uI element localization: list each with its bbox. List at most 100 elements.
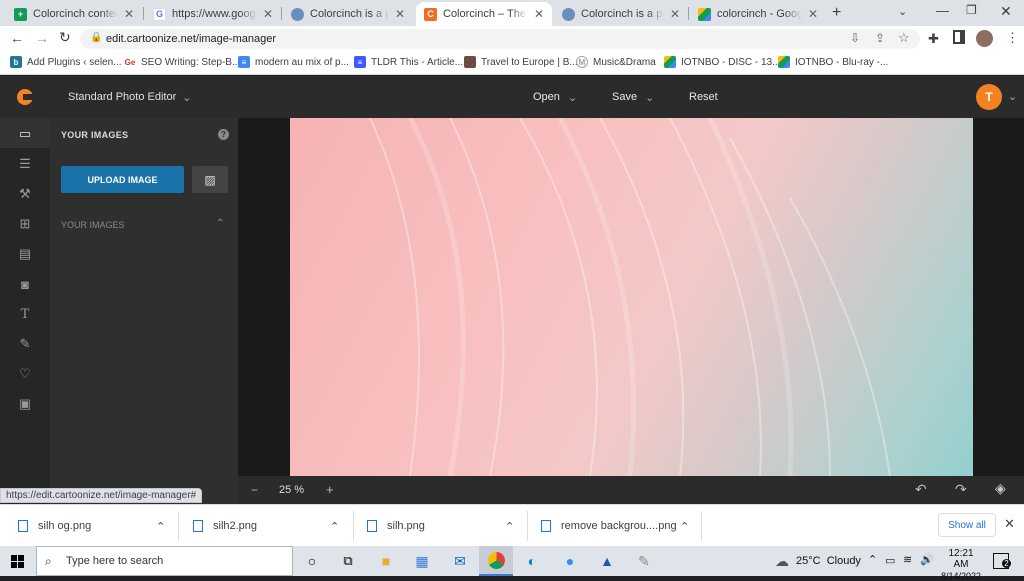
notification-icon[interactable]: 2 [993, 553, 1011, 569]
layers-icon[interactable]: ◈ [995, 480, 1006, 497]
volume-icon[interactable]: 🔊 [920, 553, 934, 566]
magic-wand-icon[interactable]: ⚒ [17, 186, 33, 202]
bookmark-6[interactable]: M Music&Drama [576, 56, 656, 68]
chevron-up-icon[interactable]: ⌃ [216, 218, 224, 229]
chevron-down-icon: ⌄ [645, 92, 655, 104]
colorcinch-logo[interactable] [17, 89, 33, 105]
border-icon[interactable]: ▣ [17, 396, 33, 412]
tab-4-active[interactable]: C Colorcinch – The #1 P ✕ [416, 2, 552, 26]
undo-icon[interactable]: ↶ [915, 481, 927, 498]
chevron-up-icon[interactable]: ⌃ [868, 553, 877, 566]
menu-icon[interactable]: ⋮ [1006, 30, 1019, 46]
zoom-bar: − 25 % + ↶ ↷ ◈ [238, 476, 1024, 504]
tab-5[interactable]: Colorcinch is a powerf ✕ [554, 2, 688, 26]
install-icon[interactable]: ⇩ [850, 31, 860, 45]
show-all-button[interactable]: Show all [938, 513, 996, 537]
bookmark-2[interactable]: Ge SEO Writing: Step-B... [124, 56, 241, 68]
back-button[interactable]: ← [10, 30, 24, 46]
bookmark-5[interactable]: Travel to Europe | B... [464, 56, 578, 68]
bookmark-4[interactable]: ≡ TLDR This - Article... [354, 56, 463, 68]
tab-2[interactable]: G https://www.google.c ✕ [145, 2, 281, 26]
close-icon[interactable]: ✕ [395, 7, 405, 21]
windows-start-icon[interactable] [11, 555, 24, 568]
chrome-taskbar-button[interactable] [479, 546, 513, 576]
chevron-up-icon[interactable]: ⌃ [680, 513, 689, 539]
bookmark-3[interactable]: ≡ modern au mix of p... [238, 56, 349, 68]
forward-button[interactable]: → [35, 30, 49, 46]
layout-icon[interactable]: ▤ [17, 246, 33, 262]
share-icon[interactable]: ⇪ [875, 31, 885, 45]
close-icon[interactable]: ✕ [263, 7, 273, 21]
close-icon[interactable]: ✕ [808, 7, 818, 21]
chevron-up-icon[interactable]: ⌃ [330, 513, 339, 539]
tab-3[interactable]: Colorcinch is a powerf ✕ [283, 2, 413, 26]
adjust-icon[interactable]: ☰ [17, 156, 33, 172]
close-icon[interactable]: ✕ [124, 7, 134, 21]
new-tab-button[interactable]: + [832, 4, 841, 22]
download-item[interactable]: remove backgrou....png [541, 513, 677, 539]
download-item[interactable]: silh2.png [193, 513, 257, 539]
reload-button[interactable]: ↻ [59, 29, 71, 46]
bookmark-7[interactable]: IOTNBO - DISC - 13... [664, 56, 780, 68]
photos-icon[interactable]: ▲ [597, 551, 617, 571]
window-close-button[interactable]: ✕ [1000, 3, 1012, 20]
minimize-button[interactable]: — [936, 3, 949, 18]
zoom-app-icon[interactable]: ● [560, 551, 580, 571]
editor-mode-dropdown[interactable]: Standard Photo Editor ⌄ [68, 91, 191, 104]
tab-title: Colorcinch – The #1 P [443, 8, 528, 20]
close-downloads-icon[interactable]: ✕ [1004, 516, 1015, 532]
extensions-icon[interactable]: ✚ [928, 31, 939, 47]
redo-icon[interactable]: ↷ [955, 481, 967, 498]
tab-1[interactable]: + Colorcinch content pla ✕ [6, 2, 142, 26]
zoom-in-button[interactable]: + [326, 482, 334, 497]
bookmark-8[interactable]: IOTNBO - Blu-ray -... [778, 56, 888, 68]
zoom-value[interactable]: 25 % [279, 484, 304, 496]
close-icon[interactable]: ✕ [670, 7, 680, 21]
mail-icon[interactable]: ✉ [450, 551, 470, 571]
chevron-down-icon[interactable]: ⌄ [1008, 90, 1017, 103]
open-menu[interactable]: Open ⌄ [533, 91, 577, 104]
image-icon[interactable]: ▭ [17, 126, 33, 142]
sidepanel-icon[interactable] [953, 30, 965, 44]
cortana-icon[interactable]: ○ [302, 551, 322, 571]
taskbar-search[interactable]: ⌕ Type here to search [36, 546, 293, 576]
close-icon[interactable]: ✕ [534, 7, 544, 21]
restore-button[interactable]: ❐ [966, 3, 977, 17]
brush-icon[interactable]: ✎ [17, 336, 33, 352]
battery-icon[interactable]: ▭ [885, 554, 895, 567]
reset-button[interactable]: Reset [689, 91, 718, 103]
stock-images-button[interactable]: ▨ [192, 166, 228, 193]
downloads-bar: silh og.png ⌃ silh2.png ⌃ silh.png ⌃ rem… [0, 504, 1024, 546]
edge-icon[interactable]: ◐ [522, 551, 542, 571]
paint-icon[interactable]: ✎ [634, 551, 654, 571]
grid-icon[interactable]: ⊞ [17, 216, 33, 232]
download-item[interactable]: silh.png [367, 513, 425, 539]
frame-icon[interactable]: ◙ [17, 276, 33, 292]
upload-image-button[interactable]: UPLOAD IMAGE [61, 166, 184, 193]
address-bar[interactable]: 🔒 edit.cartoonize.net/image-manager ⇩ ⇪ … [80, 29, 920, 49]
text-icon[interactable]: T [17, 306, 33, 322]
store-icon[interactable]: ▦ [412, 551, 432, 571]
heart-icon[interactable]: ♡ [17, 366, 33, 382]
weather-text[interactable]: 25°C Cloudy [796, 555, 861, 567]
chevron-up-icon[interactable]: ⌃ [156, 513, 165, 539]
task-view-icon[interactable]: ⧉ [338, 551, 358, 571]
wifi-icon[interactable]: ≋ [903, 553, 912, 566]
tab-search-icon[interactable]: ⌄ [898, 5, 907, 18]
download-item[interactable]: silh og.png [18, 513, 91, 539]
tab-title: https://www.google.c [172, 8, 257, 20]
tab-6[interactable]: colorcinch - Google D ✕ [690, 2, 826, 26]
chevron-up-icon[interactable]: ⌃ [505, 513, 514, 539]
clock[interactable]: 12:21 AM 8/14/2022 [940, 548, 982, 581]
help-icon[interactable]: ? [218, 129, 229, 140]
user-avatar[interactable]: T [976, 84, 1002, 110]
ge-icon: Ge [124, 57, 136, 67]
profile-avatar[interactable] [976, 30, 993, 47]
bookmark-star-icon[interactable]: ☆ [898, 30, 910, 46]
save-menu[interactable]: Save ⌄ [612, 91, 654, 104]
file-explorer-icon[interactable]: ■ [376, 551, 396, 571]
bookmark-1[interactable]: b Add Plugins ‹ selen... [10, 56, 122, 68]
canvas-photo[interactable] [290, 118, 973, 476]
tool-rail: ▭ ☰ ⚒ ⊞ ▤ ◙ T ✎ ♡ ▣ [0, 118, 50, 504]
zoom-out-button[interactable]: − [251, 483, 258, 497]
